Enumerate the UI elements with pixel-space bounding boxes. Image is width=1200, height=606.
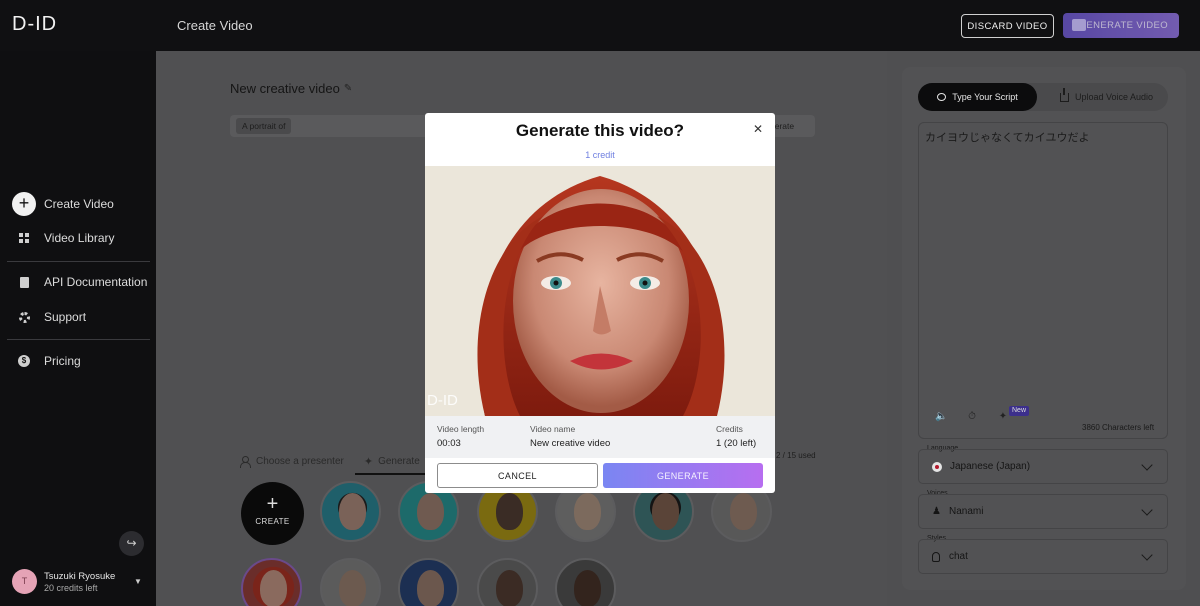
script-textarea[interactable] bbox=[918, 122, 1168, 439]
user-name: Tsuzuki Ryosuke bbox=[44, 570, 116, 582]
video-camera-icon bbox=[1072, 19, 1086, 31]
top-bar: D-ID Create Video DISCARD VIDEO GENERATE… bbox=[0, 0, 1200, 51]
sidebar-item-pricing[interactable]: $ Pricing bbox=[12, 354, 81, 368]
tab-type-your-script[interactable]: Type Your Script bbox=[918, 83, 1037, 111]
active-tab-underline bbox=[355, 473, 430, 475]
styles-value: chat bbox=[932, 551, 968, 562]
translate-icon[interactable]: ✦ bbox=[997, 411, 1009, 423]
discard-video-button[interactable]: DISCARD VIDEO bbox=[961, 14, 1054, 38]
microphone-icon bbox=[932, 551, 940, 562]
create-label: CREATE bbox=[255, 517, 290, 526]
video-name-value: New creative video bbox=[530, 438, 611, 449]
sidebar-item-label: Video Library bbox=[44, 231, 115, 245]
video-length-label: Video length bbox=[437, 424, 485, 434]
japan-flag-icon bbox=[932, 461, 942, 472]
video-name-label: Video name bbox=[530, 424, 576, 434]
presenter-tabs: Choose a presenter ✦ Generate bbox=[240, 455, 420, 468]
tab-generate[interactable]: ✦ Generate bbox=[364, 455, 420, 468]
speaker-icon[interactable]: 🔈 bbox=[935, 411, 947, 423]
presenter-face bbox=[496, 493, 523, 530]
presenter-face bbox=[417, 570, 444, 606]
close-icon[interactable]: ✕ bbox=[752, 122, 764, 136]
generate-video-dialog: Generate this video? ✕ 1 credit D-ID Vid… bbox=[425, 113, 775, 493]
presenter-face bbox=[496, 570, 523, 606]
presenter-face bbox=[260, 570, 287, 606]
new-badge: New bbox=[1009, 406, 1030, 416]
styles-value-text: chat bbox=[949, 551, 968, 562]
tab-label: Choose a presenter bbox=[256, 456, 344, 467]
sidebar-item-video-library[interactable]: Video Library bbox=[12, 231, 115, 245]
video-preview-image: D-ID bbox=[425, 166, 775, 416]
page-title: Create Video bbox=[177, 18, 253, 33]
share-icon[interactable]: ↪ bbox=[119, 531, 144, 556]
plus-circle-icon: + bbox=[12, 192, 36, 216]
grid-icon bbox=[19, 233, 29, 243]
tab-label: Upload Voice Audio bbox=[1074, 92, 1154, 102]
upload-icon bbox=[1059, 87, 1069, 102]
sidebar-item-label: Support bbox=[44, 310, 87, 324]
sidebar-item-support[interactable]: Support bbox=[12, 310, 86, 324]
tab-label: Type Your Script bbox=[952, 92, 1018, 102]
did-watermark: D-ID bbox=[427, 392, 458, 409]
dialog-title: Generate this video? bbox=[515, 121, 685, 140]
sidebar bbox=[0, 51, 156, 606]
sidebar-item-label: Pricing bbox=[44, 354, 81, 368]
person-icon bbox=[240, 456, 251, 468]
language-value-text: Japanese (Japan) bbox=[950, 461, 1031, 472]
generate-video-label: GENERATE VIDEO bbox=[1078, 20, 1168, 31]
tab-label: Generate bbox=[378, 456, 420, 467]
video-title[interactable]: New creative video ✎ bbox=[230, 81, 352, 96]
user-credits: 20 credits left bbox=[44, 582, 98, 593]
used-count: 2 / 15 used bbox=[776, 451, 816, 460]
user-profile[interactable]: T Tsuzuki Ryosuke 20 credits left bbox=[12, 569, 115, 594]
voices-value: ♟ Nanami bbox=[932, 506, 983, 517]
timer-icon[interactable]: ⏱ bbox=[966, 411, 978, 423]
sidebar-divider bbox=[7, 339, 150, 340]
did-logo[interactable]: D-ID bbox=[12, 13, 57, 36]
avatar: T bbox=[12, 569, 37, 594]
video-length-value: 00:03 bbox=[437, 438, 461, 449]
dollar-icon: $ bbox=[18, 355, 30, 367]
sidebar-item-api-documentation[interactable]: API Documentation bbox=[12, 275, 147, 289]
sidebar-item-label: Create Video bbox=[44, 197, 114, 211]
voices-value-text: Nanami bbox=[948, 506, 984, 517]
prompt-tag[interactable]: A portrait of bbox=[236, 118, 292, 134]
sidebar-divider bbox=[7, 261, 150, 262]
caret-down-icon[interactable]: ▼ bbox=[134, 577, 142, 586]
sparkle-icon: ✦ bbox=[363, 456, 374, 468]
credits-label: Credits bbox=[716, 424, 743, 434]
lifebuoy-icon bbox=[18, 311, 30, 323]
generate-video-button[interactable]: GENERATE VIDEO bbox=[1063, 13, 1179, 38]
create-presenter-button[interactable]: + CREATE bbox=[241, 482, 304, 545]
presenter-thumbnail[interactable] bbox=[320, 481, 381, 542]
presenter-face bbox=[339, 493, 366, 530]
person-icon: ♟ bbox=[932, 506, 941, 517]
chat-icon bbox=[937, 93, 947, 101]
presenter-face bbox=[574, 493, 601, 530]
video-details: Video length 00:03 Video name New creati… bbox=[425, 416, 775, 458]
presenter-face bbox=[417, 493, 444, 530]
presenter-face bbox=[730, 493, 757, 530]
plus-icon: + bbox=[266, 493, 279, 515]
generate-button[interactable]: GENERATE bbox=[603, 463, 763, 488]
script-text: カイヨウじゃなくてカイユウだよ bbox=[925, 131, 1090, 144]
presenter-thumbnail-selected[interactable] bbox=[241, 558, 302, 606]
language-value: Japanese (Japan) bbox=[932, 461, 1030, 472]
cancel-button[interactable]: CANCEL bbox=[437, 463, 598, 488]
sidebar-item-create-video[interactable]: + Create Video bbox=[12, 192, 114, 216]
presenter-face bbox=[574, 570, 601, 606]
tab-choose-presenter[interactable]: Choose a presenter bbox=[240, 456, 344, 468]
document-icon bbox=[19, 276, 29, 288]
video-title-text: New creative video bbox=[230, 81, 340, 96]
credits-value: 1 (20 left) bbox=[716, 438, 757, 449]
credit-cost: 1 credit bbox=[585, 150, 615, 160]
presenter-face bbox=[652, 493, 679, 530]
presenter-face bbox=[339, 570, 366, 606]
pencil-icon[interactable]: ✎ bbox=[344, 83, 352, 94]
presenter-portrait bbox=[425, 166, 775, 416]
sidebar-item-label: API Documentation bbox=[44, 275, 148, 289]
tab-upload-voice-audio[interactable]: Upload Voice Audio bbox=[1045, 83, 1168, 111]
characters-left: 3860 Characters left bbox=[1082, 423, 1155, 432]
